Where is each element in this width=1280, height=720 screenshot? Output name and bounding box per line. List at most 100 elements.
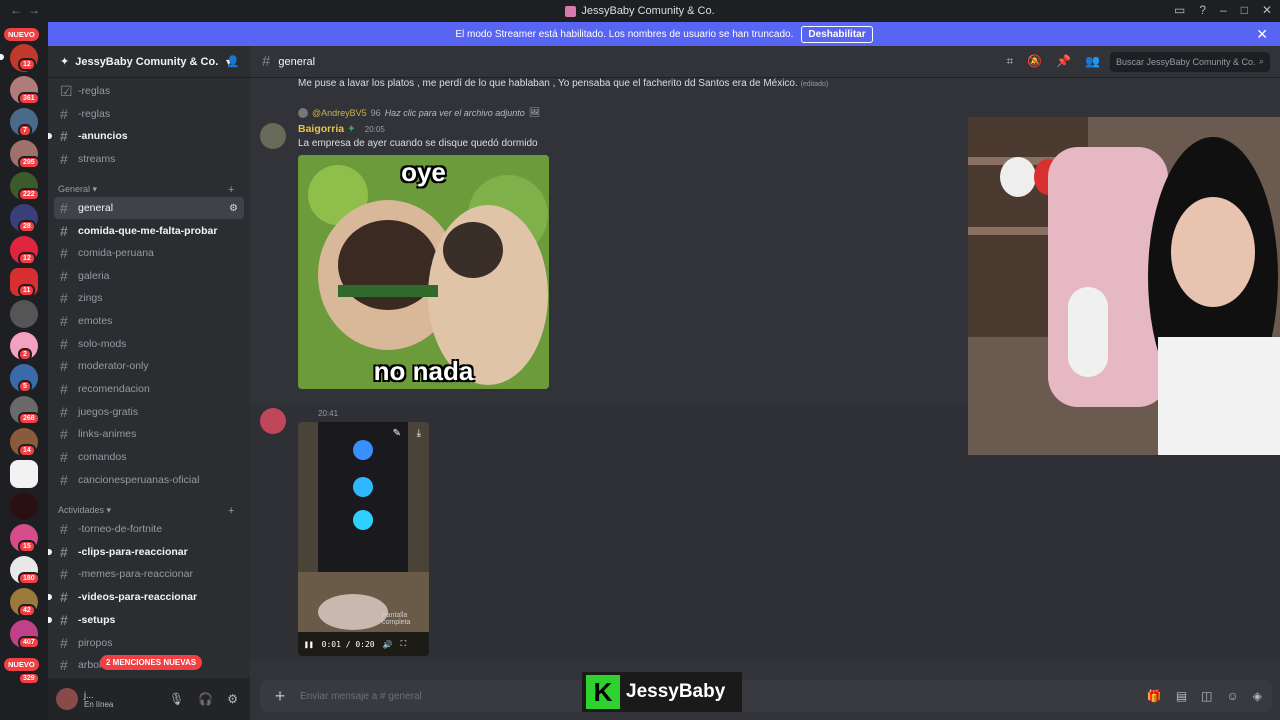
close-window-button[interactable]: ✕: [1262, 3, 1272, 17]
channel-anuncios[interactable]: # -anuncios: [48, 125, 244, 147]
channel-zings[interactable]: # zings: [54, 287, 244, 309]
meme-image[interactable]: oye no nada: [298, 155, 549, 389]
user-status: En línea: [84, 699, 114, 709]
search-input[interactable]: Buscar JessyBaby Comunity & Co. ⌕: [1110, 51, 1270, 72]
sticker-icon[interactable]: ◫: [1201, 689, 1212, 703]
apps-icon[interactable]: ◈: [1253, 689, 1262, 703]
message-input[interactable]: + Enviar mensaje a # general 🎁 ▤ ◫ ☺ ◈: [260, 680, 1272, 712]
channel-label: cancionesperuanas-oficial: [78, 474, 200, 486]
invite-people-icon[interactable]: 👤: [226, 55, 240, 68]
channel-piropos[interactable]: # piropos: [54, 632, 244, 654]
channel-solo-mods[interactable]: # solo-mods: [54, 333, 244, 355]
channel-galeria[interactable]: # galeria: [54, 265, 244, 287]
channel-settings-icon[interactable]: ⚙: [229, 203, 238, 214]
add-channel-icon[interactable]: +: [228, 184, 234, 196]
server-icon[interactable]: [10, 300, 38, 328]
headphones-icon[interactable]: 🎧: [198, 692, 213, 706]
category-actividades[interactable]: Actividades ▾ +: [58, 505, 234, 517]
volume-icon[interactable]: 🔊: [383, 640, 393, 649]
maximize-button[interactable]: □: [1241, 3, 1248, 17]
window-controls: ▭ ? – □ ✕: [1174, 3, 1272, 17]
pin-icon[interactable]: 📌: [1056, 54, 1071, 69]
server-badge: 12: [18, 252, 36, 265]
edit-icon[interactable]: ✎: [393, 428, 401, 439]
channel-memes[interactable]: # -memes-para-reaccionar: [54, 563, 244, 585]
message-text: La empresa de ayer cuando se disque qued…: [298, 138, 538, 149]
hash-icon: #: [60, 449, 68, 465]
threads-icon[interactable]: ⌗: [1006, 54, 1013, 69]
category-label: Actividades: [58, 505, 105, 515]
channel-canciones[interactable]: # cancionesperuanas-oficial: [54, 469, 244, 491]
channel-clips[interactable]: # -clips-para-reaccionar: [48, 541, 244, 563]
channel-videos[interactable]: # -videos-para-reaccionar: [48, 586, 244, 608]
disable-streamer-button[interactable]: Deshabilitar: [801, 25, 873, 43]
new-mentions-pill[interactable]: 2 MENCIONES NUEVAS: [100, 655, 203, 670]
close-icon[interactable]: ✕: [1256, 26, 1268, 43]
channel-label: emotes: [78, 315, 113, 327]
channel-juegos-gratis[interactable]: # juegos-gratis: [54, 401, 244, 423]
add-channel-icon[interactable]: +: [228, 505, 234, 517]
avatar[interactable]: [260, 123, 286, 149]
nav-arrows[interactable]: ←→: [10, 3, 46, 17]
channel-header: # general ⌗ 🔕 📌 👥 Buscar JessyBaby Comun…: [250, 46, 1280, 78]
category-label: General: [58, 184, 91, 194]
server-badge: 407: [18, 636, 40, 649]
download-icon[interactable]: ⤓: [417, 428, 421, 439]
emoji-icon[interactable]: ☺: [1227, 689, 1239, 703]
channel-reglas[interactable]: ☑ -reglas: [54, 80, 244, 102]
inbox-icon[interactable]: ▭: [1174, 3, 1185, 17]
user-panel: j... En línea 🎙 🎧 ⚙: [48, 678, 250, 720]
add-attachment-icon[interactable]: +: [260, 686, 300, 707]
gear-icon[interactable]: ⚙: [227, 692, 238, 706]
edited-tag: (editado): [800, 81, 829, 88]
channel-setups[interactable]: # -setups: [48, 609, 244, 631]
channel-comida[interactable]: # comida-que-me-falta-probar: [54, 220, 244, 242]
channel-reglas-2[interactable]: # -reglas: [54, 103, 244, 125]
channel-comandos[interactable]: # comandos: [54, 446, 244, 468]
hash-icon: #: [60, 566, 68, 582]
channel-comida-peruana[interactable]: # comida-peruana: [54, 242, 244, 264]
avatar[interactable]: [56, 688, 78, 710]
help-icon[interactable]: ?: [1199, 3, 1206, 17]
webcam-overlay: [968, 117, 1280, 455]
fullscreen-icon[interactable]: ⛶: [401, 639, 407, 649]
channel-links-animes[interactable]: # links-animes: [54, 423, 244, 445]
channel-label: galeria: [78, 270, 110, 282]
guild-name: JessyBaby Comunity & Co.: [75, 55, 219, 68]
channel-general[interactable]: # general ⚙: [54, 197, 244, 219]
server-icon[interactable]: [10, 492, 38, 520]
new-server-pill: NUEVO: [4, 658, 39, 671]
avatar[interactable]: [260, 408, 286, 434]
new-server-pill: NUEVO: [4, 28, 39, 41]
channel-label: -videos-para-reaccionar: [78, 591, 198, 603]
gif-icon[interactable]: ▤: [1176, 689, 1187, 703]
gift-icon[interactable]: 🎁: [1147, 689, 1162, 703]
server-icon[interactable]: [10, 460, 38, 488]
window-titlebar: ←→ JessyBaby Comunity & Co. ▭ ? – □ ✕: [0, 0, 1280, 22]
hash-icon: #: [60, 544, 68, 560]
hash-icon: #: [60, 313, 68, 329]
channel-recomendacion[interactable]: # recomendacion: [54, 378, 244, 400]
channel-label: general: [78, 202, 114, 214]
channel-emotes[interactable]: # emotes: [54, 310, 244, 332]
mute-bell-icon[interactable]: 🔕: [1027, 54, 1042, 69]
server-badge: 268: [18, 412, 40, 425]
category-general[interactable]: General ▾ +: [58, 184, 234, 196]
server-badge: 329: [18, 672, 40, 685]
pause-icon[interactable]: ❚❚: [304, 640, 314, 649]
channel-label: -setups: [78, 614, 116, 626]
channel-label: piropos: [78, 637, 113, 649]
author-name[interactable]: Baigorria: [298, 123, 344, 135]
channel-moderator-only[interactable]: # moderator-only: [54, 355, 244, 377]
microphone-icon[interactable]: 🎙: [169, 692, 184, 706]
guild-header[interactable]: ✦ JessyBaby Comunity & Co. ▼ 👤: [48, 46, 250, 78]
channel-label: comida-peruana: [78, 247, 154, 259]
members-icon[interactable]: 👥: [1085, 54, 1100, 69]
minimize-button[interactable]: –: [1220, 3, 1227, 17]
reply-preview[interactable]: @AndreyBV5 96 Haz clic para ver el archi…: [298, 107, 540, 118]
server-badge: 12: [18, 58, 36, 71]
channel-torneo[interactable]: # -torneo-de-fortnite: [54, 518, 244, 540]
video-attachment[interactable]: ✎ ⤓ Pantalla completa ❚❚ 0:01 / 0:20 🔊 ⛶: [298, 422, 429, 656]
hash-icon: #: [60, 268, 68, 284]
channel-streams[interactable]: # streams: [54, 148, 244, 170]
